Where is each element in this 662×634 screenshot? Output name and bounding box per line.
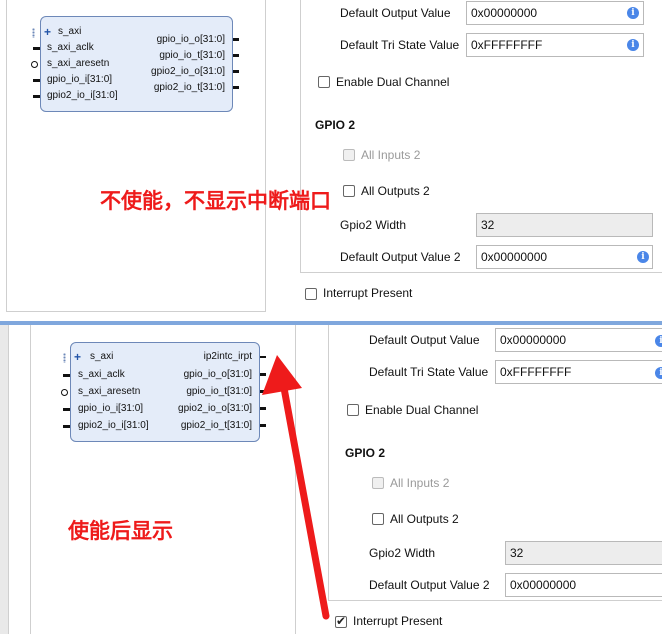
- interrupt-present-checkbox[interactable]: [305, 288, 317, 300]
- pin-gpio-io-i: [63, 408, 70, 411]
- port-gpio2-io-o: gpio2_io_o[31:0]: [151, 66, 225, 77]
- port-s-axi-aresetn: s_axi_aresetn: [78, 386, 141, 397]
- drag-grip-icon[interactable]: [32, 28, 35, 38]
- interrupt-present-label: Interrupt Present: [323, 286, 413, 300]
- pin-gpio-io-t: [233, 54, 239, 57]
- default-output-value: 0x00000000: [500, 333, 567, 347]
- default-output2-field[interactable]: 0x00000000: [505, 573, 662, 597]
- gpio2-width-value: 32: [481, 218, 495, 232]
- gpio2-width-field[interactable]: 32: [476, 213, 653, 237]
- port-s-axi-aclk: s_axi_aclk: [47, 42, 94, 53]
- all-outputs2-label: All Outputs 2: [390, 512, 459, 526]
- pin-gpio2-io-t: [233, 86, 239, 89]
- default-output2-value: 0x00000000: [510, 578, 577, 592]
- gpio2-width-label: Gpio2 Width: [369, 546, 436, 560]
- default-output2-field[interactable]: 0x00000000: [476, 245, 653, 269]
- bottom-left-strip: [0, 325, 9, 634]
- port-gpio2-io-t: gpio2_io_t[31:0]: [153, 82, 225, 93]
- info-icon[interactable]: i: [637, 251, 649, 263]
- all-inputs2-checkbox[interactable]: [343, 149, 355, 161]
- pin-gpio2-io-o: [233, 70, 239, 73]
- port-s-axi-aresetn: s_axi_aresetn: [47, 58, 110, 69]
- pin-aclk: [33, 47, 40, 50]
- default-output2-label: Default Output Value 2: [340, 250, 461, 264]
- default-tri-value: 0xFFFFFFFF: [500, 365, 572, 379]
- all-inputs2-label: All Inputs 2: [361, 148, 421, 162]
- pin-gpio2-io-i: [33, 95, 40, 98]
- expand-plus-icon[interactable]: +: [44, 26, 51, 38]
- port-gpio2-io-i: gpio2_io_i[31:0]: [47, 90, 118, 101]
- gpio2-section-title: GPIO 2: [315, 118, 356, 132]
- default-tri-field[interactable]: 0xFFFFFFFF: [466, 33, 644, 57]
- port-gpio2-io-t: gpio2_io_t[31:0]: [180, 420, 252, 431]
- info-icon[interactable]: i: [655, 367, 662, 379]
- port-gpio2-io-o: gpio2_io_o[31:0]: [178, 403, 252, 414]
- gpio2-width-value: 32: [510, 546, 524, 560]
- interrupt-present-label: Interrupt Present: [353, 614, 443, 628]
- dual-channel-checkbox[interactable]: [318, 76, 330, 88]
- default-output-field[interactable]: 0x00000000: [466, 1, 644, 25]
- default-output-value: 0x00000000: [471, 6, 538, 20]
- port-gpio-io-i: gpio_io_i[31:0]: [47, 74, 113, 85]
- default-output-label: Default Output Value: [340, 6, 451, 20]
- gpio2-width-label: Gpio2 Width: [340, 218, 407, 232]
- port-gpio-io-o: gpio_io_o[31:0]: [183, 369, 252, 380]
- port-gpio-io-i: gpio_io_i[31:0]: [78, 403, 144, 414]
- reset-bubble-icon: [31, 61, 38, 68]
- red-arrow-icon: [262, 355, 330, 620]
- pin-aclk: [63, 374, 70, 377]
- drag-grip-icon[interactable]: [63, 353, 66, 363]
- all-inputs2-label: All Inputs 2: [390, 476, 450, 490]
- info-icon[interactable]: i: [627, 39, 639, 51]
- port-ip2intc-irpt: ip2intc_irpt: [203, 351, 252, 362]
- port-s-axi-aclk: s_axi_aclk: [78, 369, 125, 380]
- port-gpio-io-t: gpio_io_t[31:0]: [159, 50, 225, 61]
- gpio2-width-field[interactable]: 32: [505, 541, 662, 565]
- default-output2-value: 0x00000000: [481, 250, 548, 264]
- default-tri-label: Default Tri State Value: [340, 38, 460, 52]
- default-tri-label: Default Tri State Value: [369, 365, 489, 379]
- annotation-disabled-note: 不使能，不显示中断端口: [100, 189, 331, 213]
- annotation-enabled-note: 使能后显示: [68, 519, 173, 543]
- port-gpio-io-o: gpio_io_o[31:0]: [156, 34, 225, 45]
- dual-channel-label: Enable Dual Channel: [336, 75, 450, 89]
- expand-plus-icon[interactable]: +: [74, 351, 81, 363]
- port-gpio2-io-i: gpio2_io_i[31:0]: [78, 420, 149, 431]
- all-inputs2-checkbox[interactable]: [372, 477, 384, 489]
- info-icon[interactable]: i: [655, 335, 662, 347]
- default-tri-field[interactable]: 0xFFFFFFFF: [495, 360, 662, 384]
- pin-gpio-io-o: [233, 38, 239, 41]
- all-outputs2-checkbox[interactable]: [372, 513, 384, 525]
- pin-gpio2-io-i: [63, 425, 70, 428]
- dual-channel-checkbox[interactable]: [347, 404, 359, 416]
- all-outputs2-label: All Outputs 2: [361, 184, 430, 198]
- reset-bubble-icon: [61, 389, 68, 396]
- port-s-axi: s_axi: [58, 26, 82, 37]
- default-output2-label: Default Output Value 2: [369, 578, 490, 592]
- pin-gpio-io-i: [33, 79, 40, 82]
- port-gpio-io-t: gpio_io_t[31:0]: [186, 386, 252, 397]
- gpio2-section-title: GPIO 2: [345, 446, 386, 460]
- all-outputs2-checkbox[interactable]: [343, 185, 355, 197]
- info-icon[interactable]: i: [627, 7, 639, 19]
- default-output-field[interactable]: 0x00000000: [495, 328, 662, 352]
- dual-channel-label: Enable Dual Channel: [365, 403, 479, 417]
- default-tri-value: 0xFFFFFFFF: [471, 38, 543, 52]
- default-output-label: Default Output Value: [369, 333, 480, 347]
- port-s-axi: s_axi: [90, 351, 114, 362]
